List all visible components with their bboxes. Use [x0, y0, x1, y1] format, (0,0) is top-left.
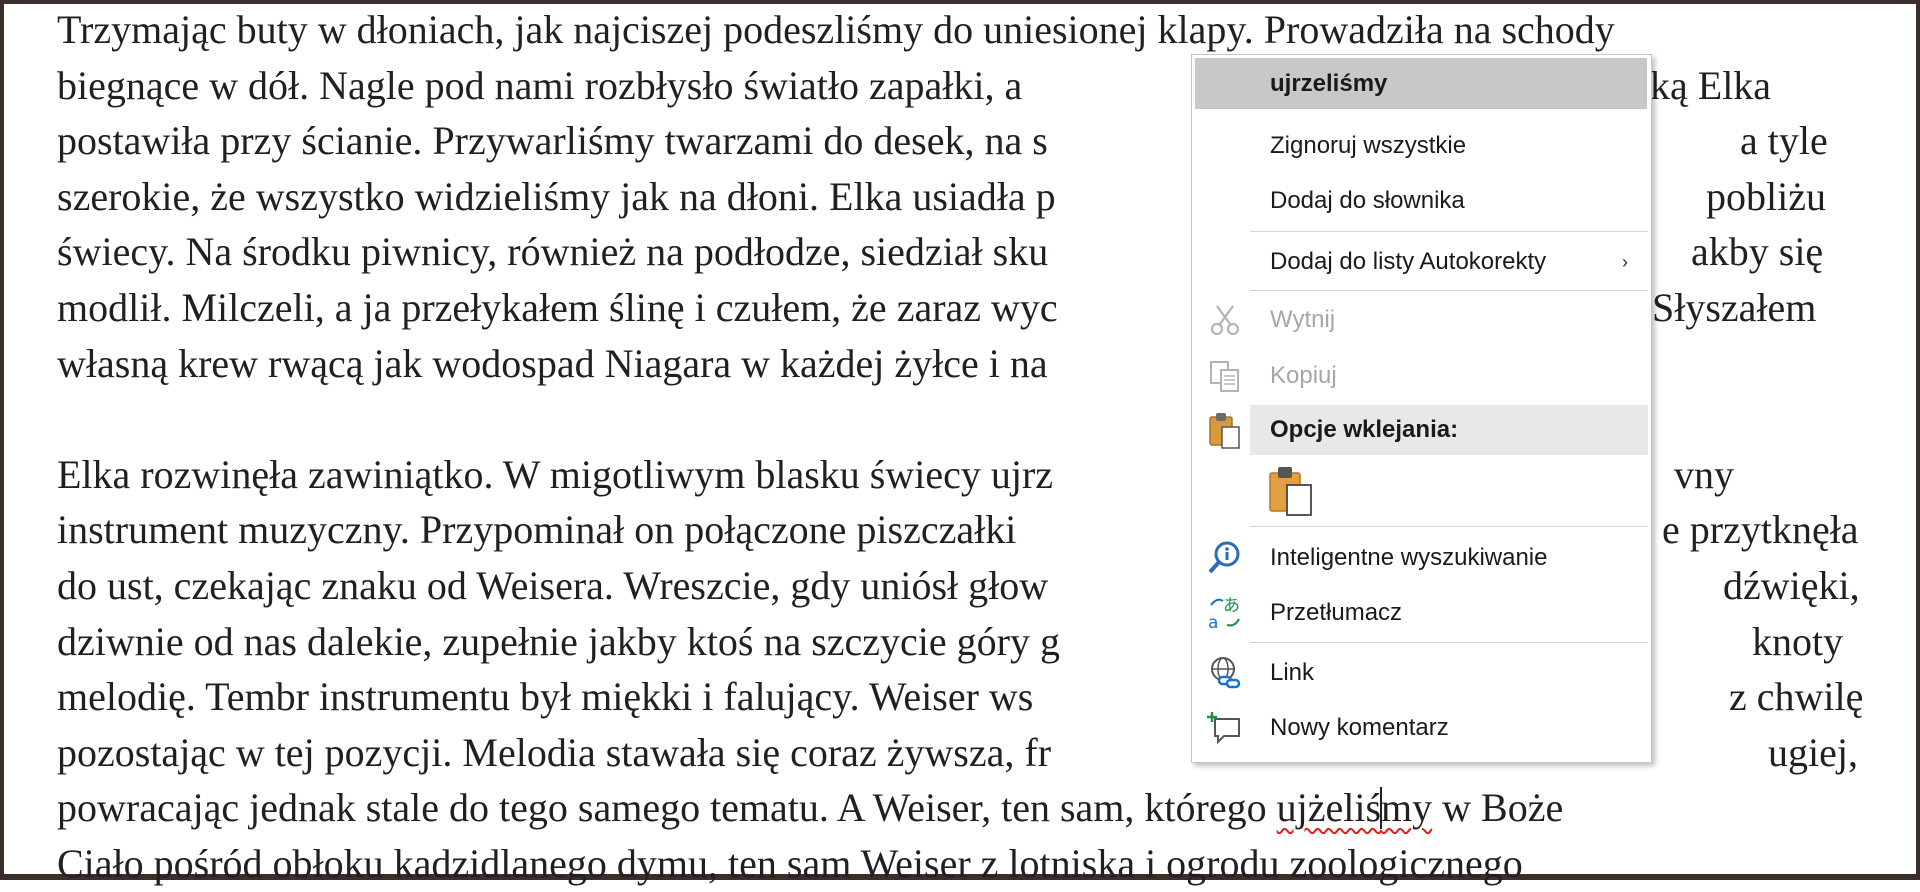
menu-separator: [1250, 642, 1648, 643]
spelling-suggestion-label: ujrzeliśmy: [1270, 69, 1388, 97]
text-line: Ciało pośród obłoku kadzidlanego dymu, t…: [57, 840, 1523, 886]
svg-text:あ: あ: [1223, 596, 1240, 616]
smart-lookup-item[interactable]: Inteligentne wyszukiwanie: [1192, 533, 1651, 583]
menu-separator: [1250, 526, 1648, 527]
svg-text:a: a: [1208, 613, 1218, 631]
new-comment-icon: [1202, 705, 1248, 751]
smart-lookup-label: Inteligentne wyszukiwanie: [1270, 544, 1548, 571]
cut-item[interactable]: Wytnij: [1192, 295, 1651, 345]
link-icon: [1202, 650, 1248, 696]
context-menu: ujrzeliśmy Zignoruj wszystkie Dodaj do s…: [1191, 54, 1652, 763]
translate-icon: a あ: [1202, 590, 1248, 636]
menu-separator: [1250, 231, 1648, 232]
menu-separator: [1250, 290, 1648, 291]
clipboard-icon: [1202, 407, 1248, 453]
ignore-all-item[interactable]: Zignoruj wszystkie: [1192, 121, 1651, 171]
text-line: powracając jednak stale do tego samego t…: [57, 785, 1564, 831]
add-to-dictionary-item[interactable]: Dodaj do słownika: [1192, 176, 1651, 226]
add-to-autocorrect-label: Dodaj do listy Autokorekty: [1270, 248, 1547, 275]
paste-keep-text-only-icon[interactable]: [1264, 463, 1320, 519]
text-line: Trzymając buty w dłoniach, jak najciszej…: [57, 7, 1615, 52]
ignore-all-label: Zignoruj wszystkie: [1270, 132, 1467, 159]
new-comment-item[interactable]: Nowy komentarz: [1192, 703, 1651, 753]
copy-icon: [1202, 353, 1248, 399]
translate-item[interactable]: a あ Przetłumacz: [1192, 588, 1651, 638]
copy-item[interactable]: Kopiuj: [1192, 351, 1651, 401]
copy-label: Kopiuj: [1270, 362, 1337, 389]
new-comment-label: Nowy komentarz: [1270, 714, 1449, 741]
paste-options-label: Opcje wklejania:: [1270, 416, 1459, 443]
spelling-suggestion-item[interactable]: ujrzeliśmy: [1195, 58, 1647, 109]
link-item[interactable]: Link: [1192, 648, 1651, 698]
translate-label: Przetłumacz: [1270, 599, 1403, 626]
add-to-autocorrect-item[interactable]: Dodaj do listy Autokorekty ›: [1192, 237, 1651, 287]
misspelled-word[interactable]: ujżeliśmy: [1277, 785, 1433, 830]
scissors-icon: [1202, 297, 1248, 343]
paste-options-header: Opcje wklejania:: [1250, 405, 1648, 455]
add-to-dictionary-label: Dodaj do słownika: [1270, 187, 1465, 214]
cut-label: Wytnij: [1270, 306, 1336, 333]
link-label: Link: [1270, 659, 1315, 686]
smart-lookup-icon: [1202, 535, 1248, 581]
submenu-arrow-icon: ›: [1622, 251, 1628, 272]
